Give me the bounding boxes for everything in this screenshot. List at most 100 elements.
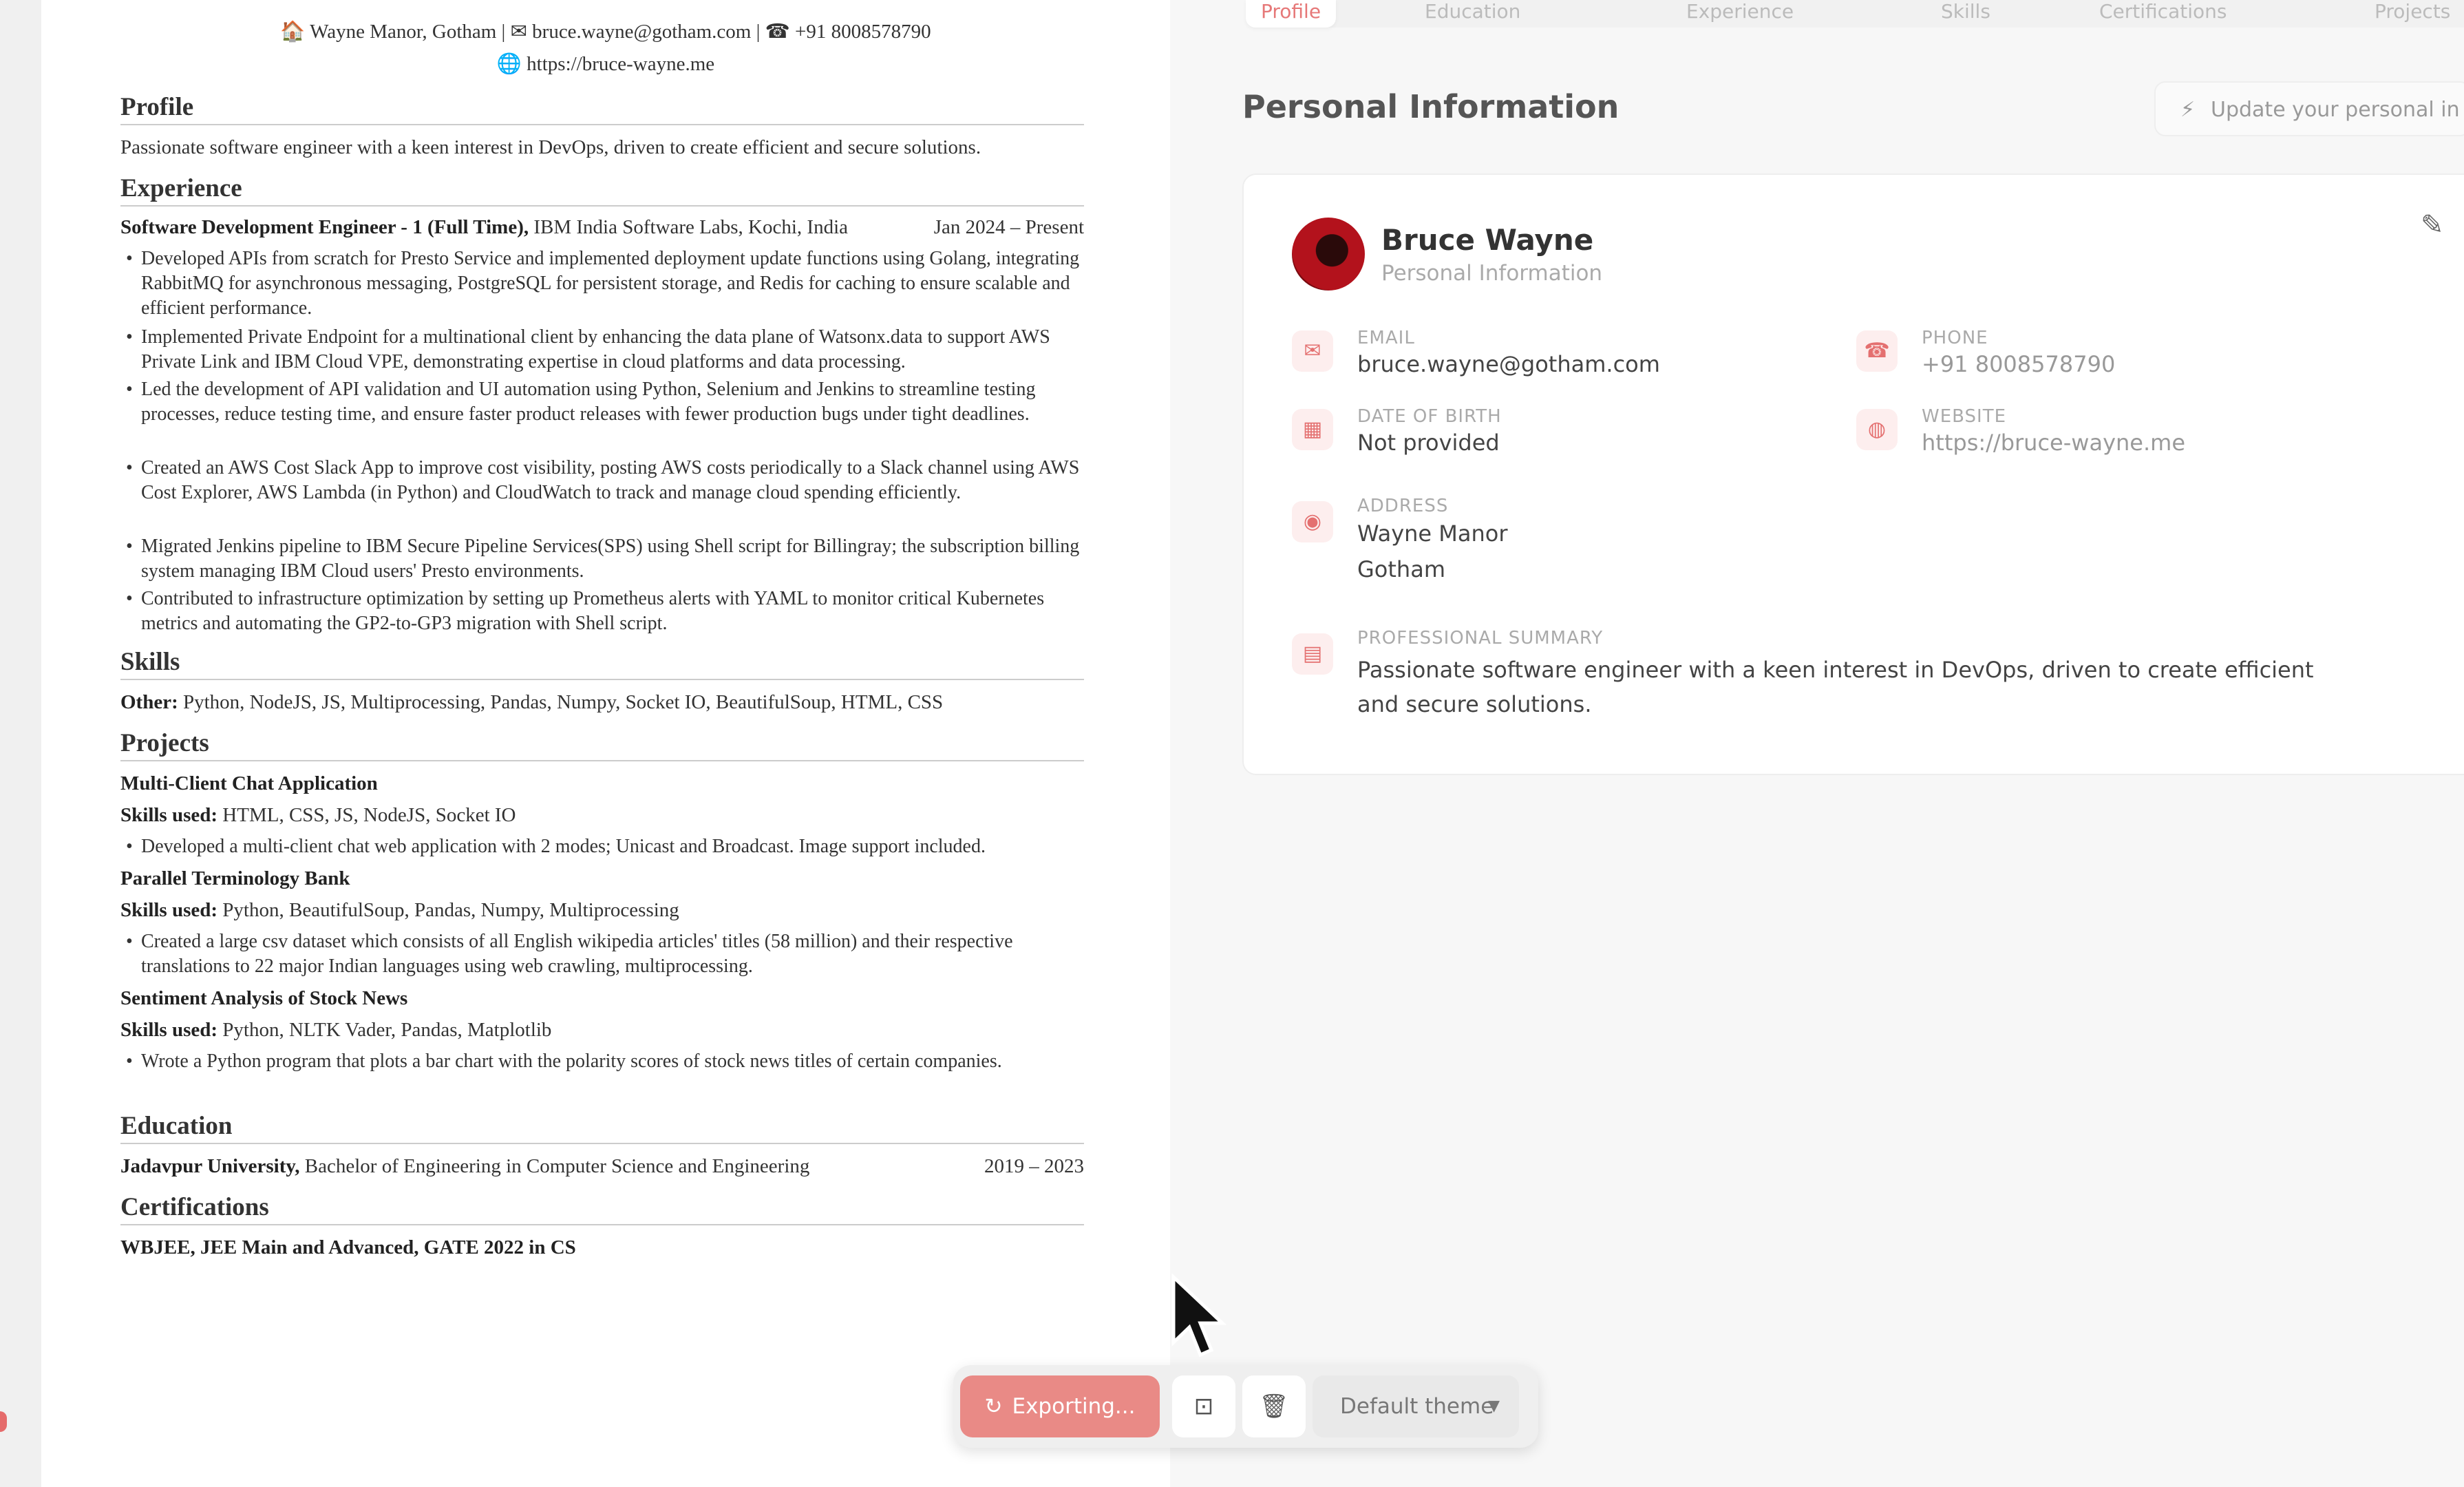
resume-preview: 🏠 Wayne Manor, Gotham | ✉ bruce.wayne@go… bbox=[41, 0, 1170, 1487]
export-button[interactable]: ↻ Exporting... bbox=[960, 1375, 1160, 1437]
update-personal-info-button[interactable]: ⚡ Update your personal in bbox=[2154, 81, 2464, 136]
personal-info-card: Bruce Wayne Personal Information ✎ ✉ EMA… bbox=[1242, 173, 2464, 775]
resume-job-dates: Jan 2024 – Present bbox=[933, 216, 1084, 238]
resume-job-bullet: Developed APIs from scratch for Presto S… bbox=[120, 246, 1084, 321]
globe-icon: ◍ bbox=[1856, 409, 1898, 450]
tab-profile[interactable]: Profile bbox=[1246, 0, 1337, 28]
divider bbox=[120, 760, 1084, 761]
resume-education-degree: Bachelor of Engineering in Computer Scie… bbox=[304, 1155, 810, 1177]
resume-website-line: 🌐 https://bruce-wayne.me bbox=[496, 53, 715, 75]
resume-heading-projects: Projects bbox=[120, 729, 209, 757]
left-gutter bbox=[0, 0, 41, 1487]
editor-panel: Profile Education Experience Skills Cert… bbox=[1170, 0, 2464, 1487]
website-label: WEBSITE bbox=[1922, 406, 2006, 427]
section-title: Personal Information bbox=[1242, 88, 1619, 125]
resume-education-line: Jadavpur University, Bachelor of Enginee… bbox=[120, 1155, 1084, 1178]
resume-project-title: Multi-Client Chat Application bbox=[120, 772, 1084, 795]
resume-job-company: IBM India Software Labs, Kochi, India bbox=[533, 216, 848, 238]
bottom-toolbar: ↻ Exporting... ⊡ 🗑 Default theme ▼ bbox=[953, 1365, 1538, 1448]
resume-job-bullet: Created an AWS Cost Slack App to improve… bbox=[120, 456, 1084, 505]
location-pin-icon: ◉ bbox=[1292, 501, 1333, 542]
phone-label: PHONE bbox=[1922, 328, 1988, 348]
phone-icon: ☎ bbox=[1856, 330, 1898, 372]
spinner-icon: ↻ bbox=[984, 1394, 1003, 1419]
section-tabs: Profile Education Experience Skills Cert… bbox=[1246, 0, 2464, 28]
resume-education-school: Jadavpur University, bbox=[120, 1155, 300, 1177]
resume-job-title: Software Development Engineer - 1 (Full … bbox=[120, 216, 529, 238]
tab-experience[interactable]: Experience bbox=[1686, 0, 1794, 28]
tab-certifications[interactable]: Certifications bbox=[2099, 0, 2227, 28]
tab-label: Experience bbox=[1686, 0, 1794, 23]
document-icon: ▤ bbox=[1292, 633, 1333, 675]
resume-heading-experience: Experience bbox=[120, 174, 242, 202]
resume-job-bullet: Implemented Private Endpoint for a multi… bbox=[120, 325, 1084, 375]
mail-icon: ✉ bbox=[1292, 330, 1333, 372]
tab-label: Education bbox=[1425, 0, 1521, 23]
tab-education[interactable]: Education bbox=[1425, 0, 1520, 28]
divider bbox=[120, 205, 1084, 207]
resume-contact-line: 🏠 Wayne Manor, Gotham | ✉ bruce.wayne@go… bbox=[280, 21, 931, 43]
divider bbox=[120, 1224, 1084, 1225]
resume-skills-text: Python, NodeJS, JS, Multiprocessing, Pan… bbox=[183, 691, 944, 713]
resume-project-bullet: Created a large csv dataset which consis… bbox=[120, 929, 1084, 979]
resume-heading-certifications: Certifications bbox=[120, 1193, 269, 1221]
website-value: https://bruce-wayne.me bbox=[1922, 430, 2185, 456]
trash-icon: 🗑 bbox=[1259, 1393, 1289, 1420]
tab-skills[interactable]: Skills bbox=[1941, 0, 1990, 28]
address-line-2: Gotham bbox=[1357, 556, 1445, 582]
resume-certifications-line: WBJEE, JEE Main and Advanced, GATE 2022 … bbox=[120, 1236, 1084, 1259]
skills-used-label: Skills used: bbox=[120, 899, 218, 921]
divider bbox=[120, 1143, 1084, 1144]
summary-value: Passionate software engineer with a keen… bbox=[1357, 657, 2314, 717]
tab-label: Projects bbox=[2375, 0, 2451, 23]
briefcase-icon: ⊡ bbox=[1193, 1393, 1214, 1420]
briefcase-button[interactable]: ⊡ bbox=[1172, 1375, 1235, 1437]
email-label: EMAIL bbox=[1357, 328, 1415, 348]
profile-name: Bruce Wayne bbox=[1381, 223, 1594, 257]
dob-value: Not provided bbox=[1357, 430, 1500, 456]
project-skills-text: Python, BeautifulSoup, Pandas, Numpy, Mu… bbox=[222, 899, 679, 921]
email-value: bruce.wayne@gotham.com bbox=[1357, 351, 1660, 377]
resume-education-dates: 2019 – 2023 bbox=[984, 1155, 1084, 1177]
project-title-text: Sentiment Analysis of Stock News bbox=[120, 987, 408, 1009]
tab-label: Certifications bbox=[2099, 0, 2227, 23]
resume-profile-text: Passionate software engineer with a keen… bbox=[120, 136, 981, 158]
theme-select[interactable]: Default theme ▼ bbox=[1313, 1375, 1519, 1437]
address-label: ADDRESS bbox=[1357, 496, 1449, 516]
tab-label: Profile bbox=[1261, 0, 1321, 23]
resume-job-bullet: Led the development of API validation an… bbox=[120, 377, 1084, 427]
chevron-down-icon: ▼ bbox=[1488, 1398, 1500, 1415]
dob-label: DATE OF BIRTH bbox=[1357, 406, 1502, 427]
skills-used-label: Skills used: bbox=[120, 804, 218, 826]
tab-label: Skills bbox=[1941, 0, 1990, 23]
resume-project-title: Parallel Terminology Bank bbox=[120, 867, 1084, 890]
divider bbox=[120, 124, 1084, 125]
lightning-icon: ⚡ bbox=[2180, 98, 2196, 122]
project-title-text: Multi-Client Chat Application bbox=[120, 772, 378, 794]
resume-project-skills: Skills used: Python, BeautifulSoup, Pand… bbox=[120, 899, 1084, 922]
resume-project-title: Sentiment Analysis of Stock News bbox=[120, 987, 1084, 1010]
skills-used-label: Skills used: bbox=[120, 1019, 218, 1041]
divider bbox=[120, 679, 1084, 680]
resume-project-bullet: Wrote a Python program that plots a bar … bbox=[120, 1049, 1084, 1074]
resume-job-bullet: Migrated Jenkins pipeline to IBM Secure … bbox=[120, 534, 1084, 584]
profile-subtitle: Personal Information bbox=[1381, 261, 1603, 286]
export-label: Exporting... bbox=[1012, 1394, 1136, 1419]
calendar-icon: ▦ bbox=[1292, 409, 1333, 450]
tab-projects[interactable]: Projects bbox=[2375, 0, 2450, 28]
edit-pencil-icon[interactable]: ✎ bbox=[2421, 209, 2444, 241]
mouse-cursor-icon bbox=[1171, 1274, 1227, 1358]
theme-label: Default theme bbox=[1340, 1394, 1494, 1419]
side-indicator bbox=[0, 1411, 7, 1432]
project-skills-text: Python, NLTK Vader, Pandas, Matplotlib bbox=[222, 1019, 552, 1041]
resume-project-bullet: Developed a multi-client chat web applic… bbox=[120, 834, 1084, 859]
update-button-label: Update your personal in bbox=[2211, 98, 2460, 122]
summary-label: PROFESSIONAL SUMMARY bbox=[1357, 628, 1604, 648]
resume-skills-line: Other: Python, NodeJS, JS, Multiprocessi… bbox=[120, 691, 1084, 714]
resume-skills-label: Other: bbox=[120, 691, 178, 713]
resume-job-bullet: Contributed to infrastructure optimizati… bbox=[120, 587, 1084, 636]
avatar bbox=[1292, 218, 1365, 291]
delete-button[interactable]: 🗑 bbox=[1242, 1375, 1306, 1437]
resume-heading-education: Education bbox=[120, 1112, 233, 1140]
resume-project-skills: Skills used: Python, NLTK Vader, Pandas,… bbox=[120, 1019, 1084, 1042]
